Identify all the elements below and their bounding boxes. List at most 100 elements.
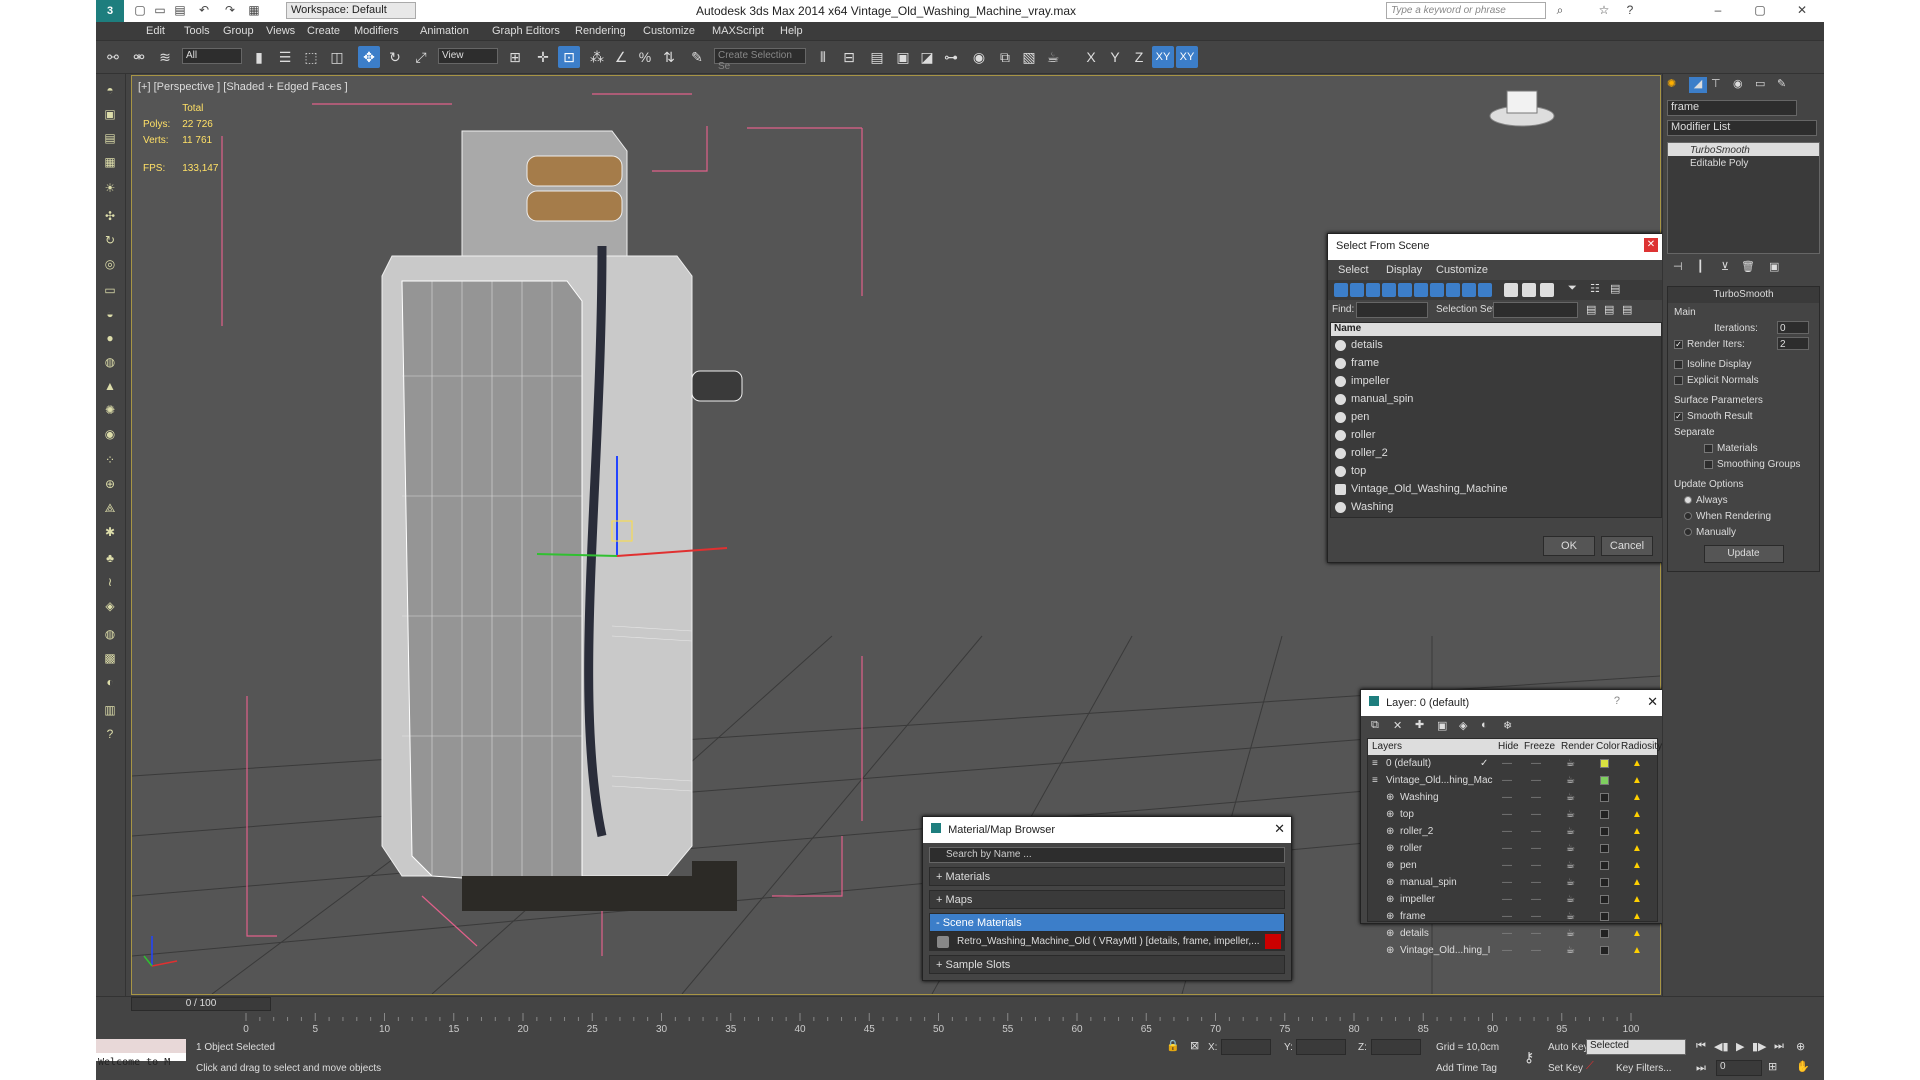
key-mode-toggle-icon[interactable]: ⏭ — [1696, 1062, 1706, 1075]
render-toggle-icon[interactable]: ☕ — [1566, 823, 1575, 840]
add-time-tag-label[interactable]: Add Time Tag — [1436, 1063, 1497, 1074]
list-item[interactable]: frame — [1331, 354, 1661, 372]
radiosity-icon[interactable]: ▲ — [1632, 925, 1642, 942]
window-crossing-icon[interactable]: ◫ — [326, 46, 348, 68]
col-radiosity[interactable]: Radiosity — [1621, 741, 1662, 752]
menu-graph-editors[interactable]: Graph Editors — [492, 25, 560, 37]
render-toggle-icon[interactable]: ☕ — [1566, 840, 1575, 857]
explicit-normals-checkbox[interactable] — [1674, 375, 1683, 385]
freeze-toggle[interactable]: — — [1531, 806, 1541, 823]
maximize-icon[interactable]: ▢ — [1752, 2, 1768, 18]
light-bulb-icon[interactable]: ☀ — [100, 178, 120, 198]
always-radio[interactable] — [1684, 496, 1692, 505]
col-freeze[interactable]: Freeze — [1524, 741, 1555, 752]
open-file-icon[interactable]: ▭ — [152, 2, 168, 18]
percent-snap-icon[interactable]: % — [634, 46, 656, 68]
layer-row[interactable]: ≡ 0 (default) ✓ — — ☕ ▲ — [1368, 755, 1657, 772]
create-layer-icon[interactable]: ⧉ — [1371, 719, 1379, 732]
layer-dialog-help-icon[interactable]: ? — [1614, 695, 1620, 707]
menu-customize[interactable]: Customize — [643, 25, 695, 37]
layer-color-swatch[interactable] — [1600, 895, 1609, 904]
render-toggle-icon[interactable]: ☕ — [1566, 891, 1575, 908]
render-toggle-icon[interactable]: ☕ — [1566, 806, 1575, 823]
render-toggle-icon[interactable]: ☕ — [1566, 908, 1575, 925]
list-item[interactable]: roller — [1331, 426, 1661, 444]
redo-icon[interactable]: ↷ — [222, 2, 238, 18]
filter-invert-icon[interactable] — [1540, 283, 1554, 297]
set-key-icon[interactable]: ⟋ — [1586, 1060, 1594, 1073]
mat-browser-close-icon[interactable]: ✕ — [1274, 821, 1285, 837]
iterations-spinner[interactable]: 0 — [1777, 321, 1809, 334]
move-icon[interactable]: ✥ — [358, 46, 380, 68]
layer-dialog-close-icon[interactable]: ✕ — [1647, 694, 1658, 710]
sphere-icon[interactable]: ● — [100, 328, 120, 348]
zoom-icon[interactable]: ⊕ — [1796, 1040, 1805, 1053]
hide-toggle[interactable]: — — [1502, 755, 1512, 772]
axis-y-button[interactable]: Y — [1104, 46, 1126, 68]
make-unique-icon[interactable]: ⊻ — [1721, 260, 1729, 273]
hide-toggle[interactable]: — — [1502, 806, 1512, 823]
star-icon[interactable]: ☆ — [1596, 2, 1612, 18]
globe-icon[interactable]: ◍ — [100, 624, 120, 644]
angle-snap-icon[interactable]: ∠ — [610, 46, 632, 68]
filter-none-icon[interactable] — [1522, 283, 1536, 297]
name-column-header[interactable]: Name — [1331, 323, 1661, 336]
radiosity-icon[interactable]: ▲ — [1632, 874, 1642, 891]
hide-toggle[interactable]: — — [1502, 942, 1512, 959]
z-coord-field[interactable] — [1371, 1039, 1421, 1055]
sel-set-icon-2[interactable]: ▤ — [1604, 303, 1614, 316]
perspective-viewport[interactable]: [+] [Perspective ] [Shaded + Edged Faces… — [131, 75, 1665, 995]
layer-row[interactable]: ⊕ Vintage_Old...hing_I — — ☕ ▲ — [1368, 942, 1657, 959]
list-item[interactable]: details — [1331, 336, 1661, 354]
modifier-stack-item[interactable]: Editable Poly — [1668, 156, 1819, 169]
update-button[interactable]: Update — [1703, 545, 1784, 563]
delete-layer-icon[interactable]: ✕ — [1393, 719, 1402, 732]
render-toggle-icon[interactable]: ☕ — [1566, 755, 1575, 772]
freeze-toggle[interactable]: — — [1531, 840, 1541, 857]
layer-expand-icon[interactable]: ⊕ — [1386, 925, 1394, 942]
radiosity-icon[interactable]: ▲ — [1632, 908, 1642, 925]
layer-row[interactable]: ⊕ Washing — — ☕ ▲ — [1368, 789, 1657, 806]
select-in-layer-icon[interactable]: ▣ — [1437, 719, 1447, 732]
modifier-list-dropdown[interactable]: Modifier List — [1667, 120, 1817, 136]
bind-space-warp-icon[interactable]: ≋ — [154, 46, 176, 68]
layer-color-swatch[interactable] — [1600, 793, 1609, 802]
layer-expand-icon[interactable]: ⊕ — [1386, 789, 1394, 806]
highlight-layer-icon[interactable]: ◈ — [1459, 719, 1467, 732]
when-rendering-radio[interactable] — [1684, 512, 1692, 521]
key-filters-button[interactable]: Key Filters... — [1616, 1063, 1672, 1074]
hide-toggle[interactable]: — — [1502, 857, 1512, 874]
teapot-icon[interactable]: ◓ — [100, 80, 120, 100]
layers-icon[interactable]: ▥ — [100, 700, 120, 720]
move-tool-icon[interactable]: ✣ — [100, 206, 120, 226]
radiosity-icon[interactable]: ▲ — [1632, 823, 1642, 840]
layer-row[interactable]: ⊕ pen — — ☕ ▲ — [1368, 857, 1657, 874]
radiosity-icon[interactable]: ▲ — [1632, 755, 1642, 772]
modifier-stack-item[interactable]: TurboSmooth — [1668, 143, 1819, 156]
keyboard-shortcut-override-icon[interactable]: ⊡ — [558, 46, 580, 68]
menu-animation[interactable]: Animation — [420, 25, 469, 37]
render-toggle-icon[interactable]: ☕ — [1566, 789, 1575, 806]
grid-icon[interactable]: ▦ — [100, 152, 120, 172]
goto-end-icon[interactable]: ⏭ — [1774, 1040, 1784, 1053]
particles-icon[interactable]: ⁘ — [100, 450, 120, 470]
close-icon[interactable]: ✕ — [1794, 2, 1810, 18]
select-menu-display[interactable]: Display — [1386, 264, 1422, 276]
sel-set-icon-3[interactable]: ▤ — [1622, 303, 1632, 316]
align-icon[interactable]: ⊟ — [838, 46, 860, 68]
select-manipulate-icon[interactable]: ✛ — [532, 46, 554, 68]
smooth-result-checkbox[interactable]: ✓ — [1674, 411, 1683, 421]
menu-group[interactable]: Group — [223, 25, 254, 37]
filter-helpers-icon[interactable] — [1398, 283, 1412, 297]
filter-containers-icon[interactable] — [1478, 283, 1492, 297]
utilities-tab-icon[interactable]: ✎ — [1777, 77, 1786, 90]
time-config-icon[interactable]: ⊞ — [1768, 1060, 1777, 1073]
group-scene-materials[interactable]: - Scene Materials — [929, 913, 1285, 932]
filter-spacewarps-icon[interactable] — [1414, 283, 1428, 297]
axis-x-button[interactable]: X — [1080, 46, 1102, 68]
frame-ruler[interactable]: 0 5 10 15 20 25 30 35 40 45 50 55 60 65 70 75 80 85 90 95 10… — [126, 1013, 1706, 1035]
freeze-toggle[interactable]: — — [1531, 891, 1541, 908]
radiosity-icon[interactable]: ▲ — [1632, 942, 1642, 959]
layer-color-swatch[interactable] — [1600, 827, 1609, 836]
key-icon[interactable]: ⚷ — [1524, 1049, 1534, 1066]
